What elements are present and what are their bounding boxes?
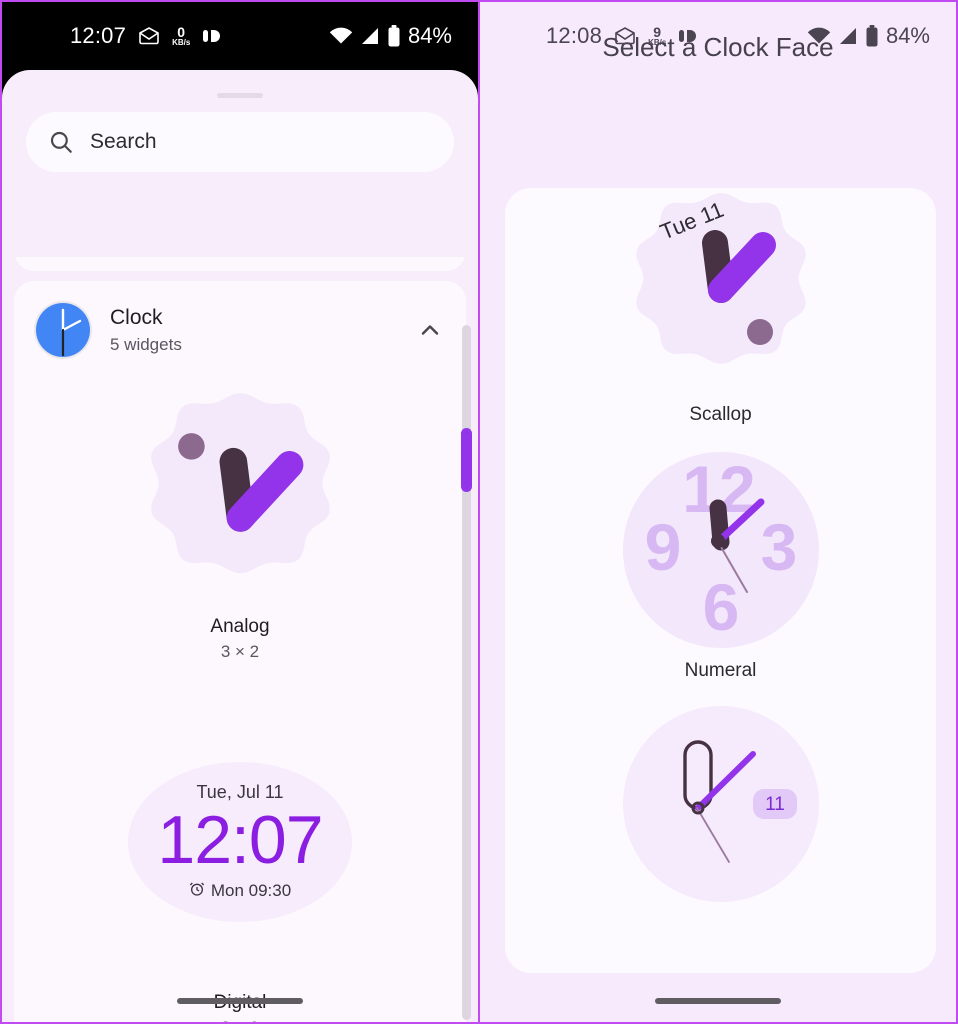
network-speed-value: 0: [177, 24, 186, 40]
clock-face-list: Tue 11 Scallop 12 3 6 9 Numeral 11: [505, 188, 936, 973]
clock-face-label: Scallop: [689, 404, 752, 425]
wifi-icon: [329, 27, 353, 45]
status-bar-left: 12:07 0 KB/s 84%: [2, 2, 478, 70]
left-phone-screen: 12:07 0 KB/s 84% Search Clock 5 widgets …: [0, 0, 479, 1024]
numeral-6: 6: [702, 570, 739, 644]
network-speed-indicator: 9 KB/s: [648, 25, 666, 47]
clock-face-option-outline[interactable]: 11: [505, 682, 936, 904]
clock-face-option-scallop[interactable]: Tue 11 Scallop: [505, 188, 936, 426]
widget-preview-analog[interactable]: Analog 3 × 2: [14, 375, 466, 666]
do-not-disturb-icon: [677, 26, 699, 46]
clock-face-label: Numeral: [684, 660, 757, 681]
battery-icon: [865, 25, 879, 47]
do-not-disturb-icon: [201, 26, 223, 46]
outline-face-preview: 11: [621, 704, 821, 904]
clock-group-header[interactable]: Clock 5 widgets: [14, 281, 466, 375]
digital-alarm-row: Mon 09:30: [189, 881, 291, 902]
right-phone-screen: 12:08 9 KB/s 84% Select a Clock Face Tue…: [479, 0, 958, 1024]
status-bar-right-group: 84%: [329, 23, 452, 49]
status-bar-right: 12:08 9 KB/s 84%: [480, 2, 956, 70]
clock-center-pin: [710, 534, 725, 548]
scrollbar-thumb[interactable]: [461, 428, 472, 492]
search-input[interactable]: Search: [26, 112, 454, 172]
drag-handle[interactable]: [217, 93, 263, 98]
clock-face-option-numeral[interactable]: 12 3 6 9 Numeral: [505, 426, 936, 682]
clock-date-dot: [177, 433, 205, 460]
app-name: Clock: [110, 306, 163, 330]
cellular-signal-icon: [360, 27, 380, 45]
battery-percent: 84%: [885, 23, 930, 48]
clock-app-icon: [36, 303, 90, 357]
numeral-3: 3: [760, 510, 797, 584]
widget-count: 5 widgets: [110, 334, 182, 354]
analog-clock-preview: [128, 385, 353, 610]
status-time: 12:08: [546, 23, 603, 48]
clock-date-dot: [746, 319, 773, 345]
dual-screenshot: 12:07 0 KB/s 84% Search Clock 5 widgets …: [0, 0, 958, 1024]
widget-preview-digital[interactable]: Tue, Jul 11 12:07 Mon 09:30: [14, 666, 466, 1022]
status-time: 12:07: [70, 23, 127, 48]
numeral-9: 9: [644, 510, 681, 584]
clock-group-meta: Clock 5 widgets: [110, 305, 396, 354]
digital-date: Tue, Jul 11: [196, 782, 284, 803]
network-speed-value: 9: [653, 24, 662, 40]
chevron-up-icon[interactable]: [416, 316, 444, 344]
cellular-signal-icon: [838, 27, 858, 45]
home-gesture-pill[interactable]: [655, 998, 781, 1004]
status-bar-right-group: 84%: [807, 23, 930, 49]
widget-group-partial[interactable]: [14, 257, 466, 271]
widget-picker-sheet: Search Clock 5 widgets Analog 3 × 2 Tue,…: [2, 70, 478, 1022]
widget-list[interactable]: Clock 5 widgets Analog 3 × 2 Tue, Jul 11…: [2, 257, 478, 1022]
date-badge: 11: [752, 789, 797, 819]
widget-size: 3 × 2: [220, 642, 260, 661]
status-bar-left-group: 12:08 9 KB/s: [546, 23, 699, 49]
search-icon: [48, 129, 74, 155]
digital-time: 12:07: [157, 802, 323, 879]
mail-icon: [137, 24, 161, 48]
wifi-icon: [807, 27, 831, 45]
search-placeholder: Search: [90, 130, 157, 153]
widget-label: Analog: [210, 616, 270, 637]
digital-clock-preview: Tue, Jul 11 12:07 Mon 09:30: [128, 762, 352, 922]
widget-size: 3 × 2: [14, 1018, 466, 1022]
home-gesture-pill[interactable]: [177, 998, 303, 1004]
network-speed-unit: KB/s: [648, 38, 667, 47]
alarm-icon: [189, 881, 205, 902]
network-speed-indicator: 0 KB/s: [172, 25, 190, 47]
numeral-face-preview: 12 3 6 9: [621, 450, 821, 650]
battery-percent: 84%: [407, 23, 452, 48]
alarm-text: Mon 09:30: [210, 881, 292, 901]
network-speed-unit: KB/s: [172, 38, 191, 47]
date-badge-text: 11: [765, 794, 785, 815]
widget-group-clock: Clock 5 widgets Analog 3 × 2 Tue, Jul 11…: [14, 281, 466, 1022]
status-bar-left-group: 12:07 0 KB/s: [70, 23, 223, 49]
scallop-face-preview: Tue 11: [606, 190, 836, 390]
mail-icon: [613, 24, 637, 48]
battery-icon: [387, 25, 401, 47]
